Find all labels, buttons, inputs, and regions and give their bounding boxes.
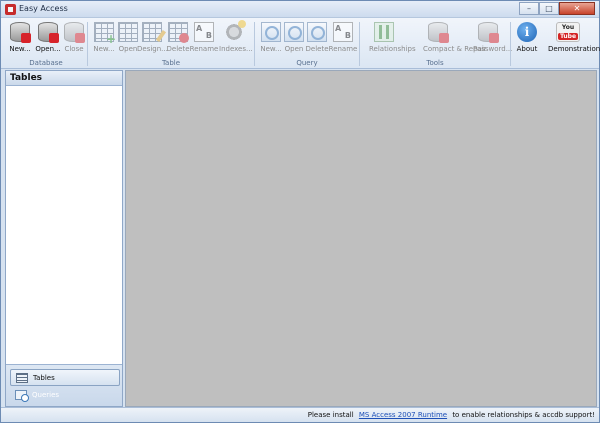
relationships-icon [374, 22, 394, 42]
youtube-logo-tube: Tube [558, 33, 578, 40]
youtube-icon: You Tube [556, 22, 580, 42]
about-button[interactable]: i About [512, 22, 542, 58]
indexes-label: Indexes... [219, 45, 253, 53]
ribbon-toolbar: New... Open... Close Database New... Ope… [1, 18, 600, 69]
title-bar[interactable]: Easy Access – □ ✕ [1, 1, 599, 18]
close-window-button[interactable]: ✕ [559, 2, 595, 15]
minimize-button[interactable]: – [519, 2, 539, 15]
password-icon [478, 22, 499, 43]
close-database-label: Close [64, 45, 84, 53]
rename-query-icon: AB [333, 22, 353, 42]
compact-repair-button[interactable]: Compact & Repair [423, 22, 487, 58]
ribbon-group-query: New... Open Delete AB Rename Query [256, 20, 358, 68]
youtube-logo-you: You [561, 24, 575, 31]
group-label-table: Table [161, 59, 181, 67]
maximize-button[interactable]: □ [539, 2, 559, 15]
nav-queries-button[interactable]: Queries [10, 387, 120, 404]
group-label-query: Query [296, 59, 318, 67]
new-database-label: New... [9, 45, 31, 53]
open-table-icon [118, 22, 138, 42]
ribbon-group-help: i About You Tube Demonstration [512, 20, 600, 68]
ribbon-divider [510, 22, 511, 66]
demonstration-label: Demonstration [548, 45, 600, 53]
password-button[interactable]: Password... [473, 22, 513, 58]
status-prefix: Please install [307, 411, 354, 419]
new-table-icon [94, 22, 116, 46]
ribbon-divider [254, 22, 255, 66]
window-controls: – □ ✕ [519, 2, 595, 16]
ribbon-divider [359, 22, 360, 66]
app-window: Easy Access – □ ✕ New... Open... Close D… [0, 0, 600, 423]
app-logo-icon [5, 4, 16, 15]
ribbon-group-database: New... Open... Close Database [5, 20, 87, 68]
status-message: Please install MS Access 2007 Runtime to… [308, 411, 595, 419]
new-query-icon [261, 22, 281, 42]
panel-nav: Tables Queries [6, 364, 122, 406]
object-navigation-panel: Tables Tables Queries [5, 70, 123, 407]
open-database-icon [38, 22, 59, 43]
password-label: Password... [473, 45, 513, 53]
relationships-button[interactable]: Relationships [369, 22, 416, 58]
group-label-database: Database [29, 59, 63, 67]
compact-repair-label: Compact & Repair [423, 45, 487, 53]
indexes-icon [224, 20, 246, 42]
ribbon-divider [87, 22, 88, 66]
runtime-download-link[interactable]: MS Access 2007 Runtime [359, 411, 447, 419]
status-suffix: to enable relationships & accdb support! [452, 411, 595, 419]
nav-queries-label: Queries [32, 391, 60, 399]
rename-table-icon: AB [194, 22, 214, 42]
close-database-icon [64, 22, 85, 43]
rename-query-label: Rename [328, 45, 358, 53]
about-label: About [516, 45, 538, 53]
status-bar: Please install MS Access 2007 Runtime to… [1, 407, 599, 422]
panel-title: Tables [6, 71, 122, 86]
indexes-button[interactable]: Indexes... [219, 20, 253, 58]
relationships-label: Relationships [369, 45, 416, 53]
nav-tables-label: Tables [33, 374, 55, 382]
rename-table-label: Rename [189, 45, 219, 53]
group-label-tools: Tools [426, 59, 444, 67]
compact-repair-icon [428, 22, 449, 43]
object-list[interactable] [6, 87, 122, 364]
query-icon [15, 390, 29, 402]
demonstration-button[interactable]: You Tube Demonstration [548, 22, 600, 58]
open-query-icon [284, 22, 304, 42]
workspace-area [125, 70, 597, 407]
table-icon [16, 373, 28, 383]
window-title: Easy Access [19, 4, 68, 13]
nav-tables-button[interactable]: Tables [10, 369, 120, 386]
close-database-button[interactable]: Close [59, 22, 89, 58]
ribbon-group-tools: Relationships Compact & Repair Password.… [361, 20, 513, 68]
rename-table-button[interactable]: AB Rename [189, 22, 219, 58]
rename-query-button[interactable]: AB Rename [328, 22, 358, 58]
delete-query-icon [307, 22, 327, 42]
ribbon-group-table: New... Open Design... Delete AB Rename I… [89, 20, 253, 68]
new-database-icon [10, 22, 31, 43]
delete-table-icon [168, 22, 189, 43]
design-table-icon [142, 22, 162, 42]
info-icon: i [517, 22, 537, 42]
new-database-button[interactable]: New... [5, 22, 35, 58]
